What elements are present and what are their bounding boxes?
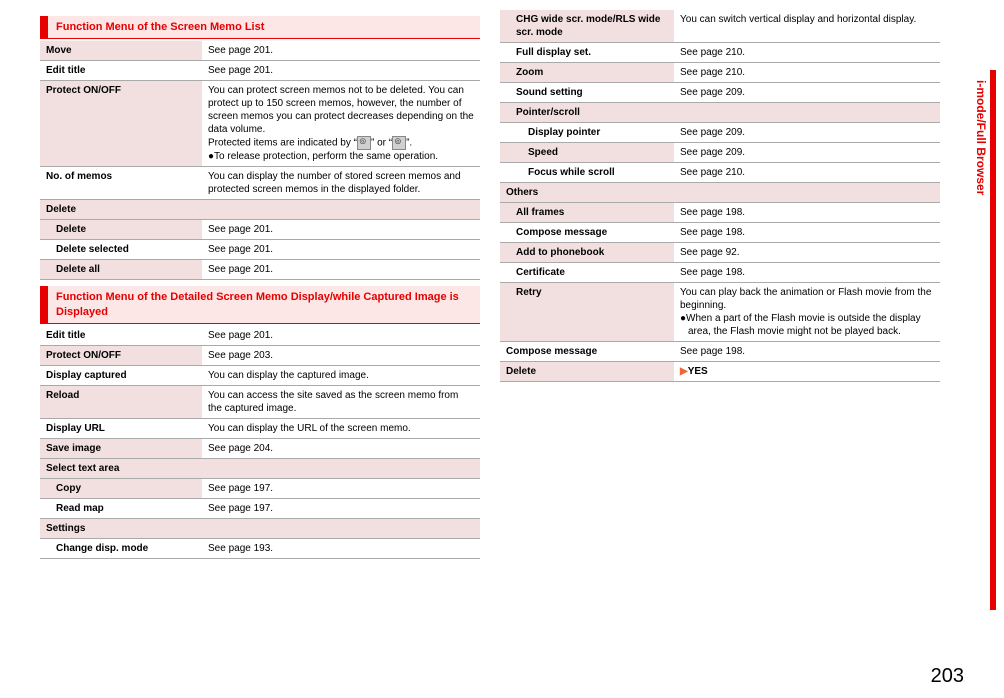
table-row: All framesSee page 198. [500,203,940,223]
left-column: Function Menu of the Screen Memo List Mo… [40,10,480,670]
table-row: Settings [40,518,480,538]
table-row: Retry You can play back the animation or… [500,283,940,342]
table-row: Focus while scrollSee page 210. [500,163,940,183]
arrow-icon: ▶ [680,366,688,377]
table-row: No. of memosYou can display the number o… [40,167,480,200]
table-row: Edit titleSee page 201. [40,61,480,81]
protect-icon [392,136,406,150]
table-row: CertificateSee page 198. [500,263,940,283]
table-row: Display capturedYou can display the capt… [40,365,480,385]
table-row: Delete [40,200,480,220]
section-header-1: Function Menu of the Screen Memo List [40,16,480,39]
table-row: Protect ON/OFFSee page 203. [40,345,480,365]
table-detailed-display: Edit titleSee page 201. Protect ON/OFFSe… [40,326,480,559]
table-row: DeleteSee page 201. [40,220,480,240]
table-row: SpeedSee page 209. [500,143,940,163]
table-row: Change disp. modeSee page 193. [40,538,480,558]
table-row: Delete selectedSee page 201. [40,240,480,260]
table-row: Delete allSee page 201. [40,260,480,280]
table-row: Protect ON/OFF You can protect screen me… [40,81,480,167]
side-tab: i-mode/Full Browser [972,70,996,610]
section-header-2: Function Menu of the Detailed Screen Mem… [40,286,480,324]
table-row: ZoomSee page 210. [500,63,940,83]
table-row: Read mapSee page 197. [40,498,480,518]
table-row: ReloadYou can access the site saved as t… [40,385,480,418]
table-row: Add to phonebookSee page 92. [500,243,940,263]
table-row: MoveSee page 201. [40,41,480,61]
table-row: CHG wide scr. mode/RLS wide scr. modeYou… [500,10,940,43]
protect-icon [357,136,371,150]
table-memo-list: MoveSee page 201. Edit titleSee page 201… [40,41,480,280]
table-row: Sound settingSee page 209. [500,83,940,103]
table-row: Compose messageSee page 198. [500,223,940,243]
table-row: Full display set.See page 210. [500,43,940,63]
right-column: CHG wide scr. mode/RLS wide scr. modeYou… [500,10,940,670]
table-row: Select text area [40,458,480,478]
table-row: Compose messageSee page 198. [500,342,940,362]
table-right: CHG wide scr. mode/RLS wide scr. modeYou… [500,10,940,382]
table-row: Display URLYou can display the URL of th… [40,418,480,438]
table-row: Delete ▶YES [500,362,940,382]
page-number: 203 [931,665,964,688]
table-row: Edit titleSee page 201. [40,326,480,346]
table-row: Pointer/scroll [500,103,940,123]
table-row: Display pointerSee page 209. [500,123,940,143]
table-row: Others [500,183,940,203]
table-row: Save imageSee page 204. [40,438,480,458]
table-row: CopySee page 197. [40,478,480,498]
